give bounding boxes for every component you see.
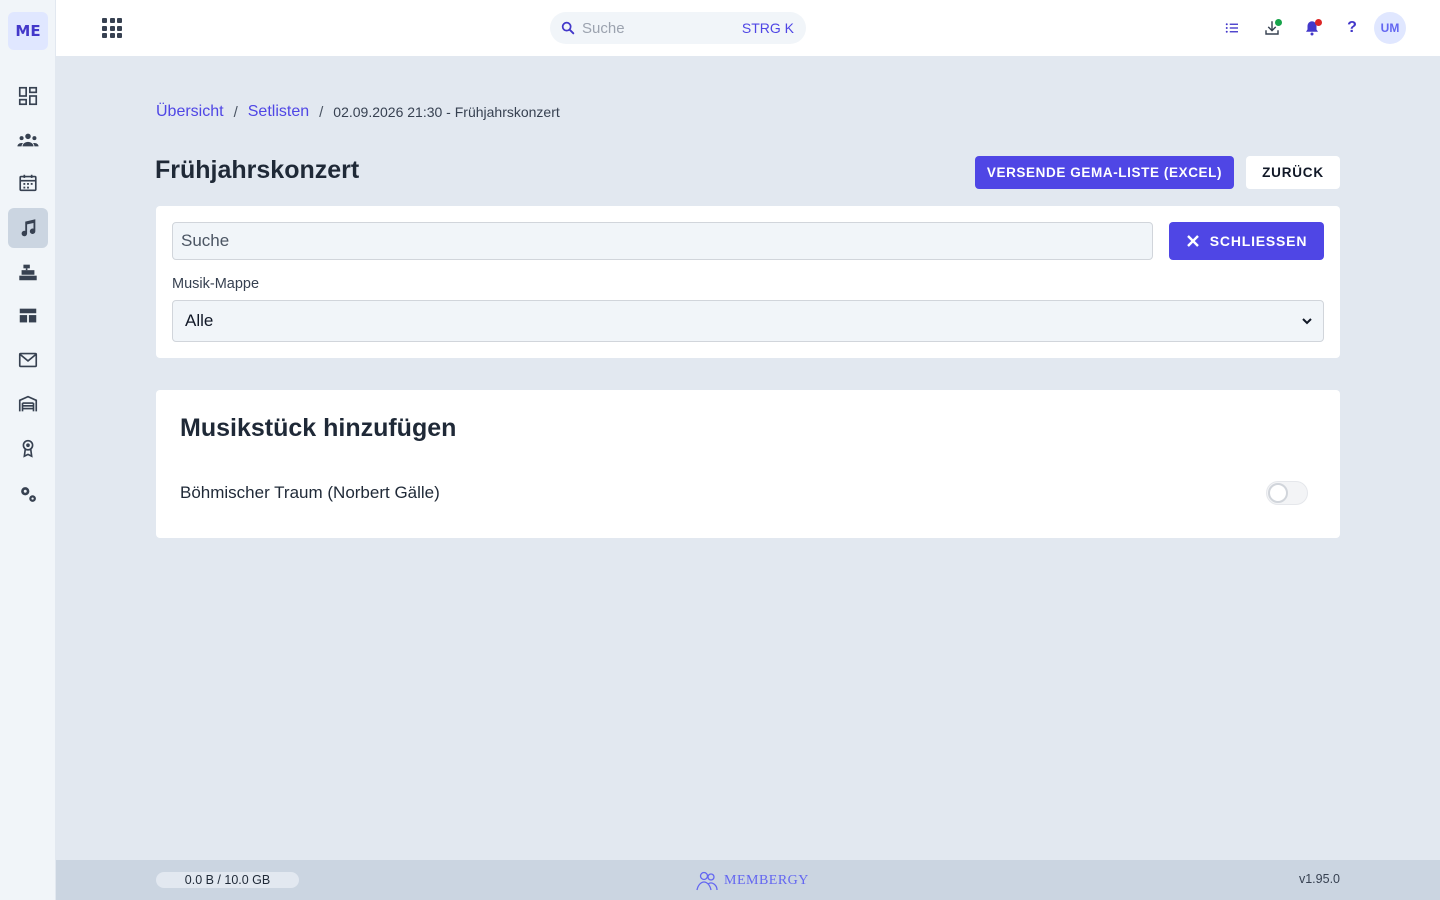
breadcrumb-separator: /: [319, 103, 324, 121]
help-icon: ?: [1347, 19, 1357, 36]
close-button-label: SCHLIESSEN: [1209, 233, 1308, 249]
sidebar-item-award[interactable]: [8, 428, 48, 468]
breadcrumb-separator: /: [233, 103, 238, 121]
add-piece-card: Musikstück hinzufügen Böhmischer Traum (…: [156, 390, 1340, 538]
sidebar-item-mail[interactable]: [8, 340, 48, 380]
notifications-button[interactable]: [1298, 14, 1326, 42]
search-shortcut: STRG K: [741, 20, 794, 36]
sidebar-item-music[interactable]: [8, 208, 48, 248]
search-input[interactable]: [172, 222, 1153, 260]
task-list-button[interactable]: [1218, 14, 1246, 42]
members-icon: [17, 133, 39, 147]
app-version: v1.95.0: [1298, 872, 1340, 886]
sidebar: ME: [0, 0, 56, 900]
table-icon: [19, 308, 37, 323]
piece-toggle[interactable]: [1266, 481, 1308, 505]
folder-select-value: Alle: [185, 311, 214, 330]
sidebar-item-table[interactable]: [8, 296, 48, 336]
storage-usage: 0.0 B / 10.0 GB: [156, 872, 299, 888]
close-icon: [1186, 235, 1199, 247]
topbar: Suche STRG K ? UM: [56, 0, 1440, 56]
sidebar-item-warehouse[interactable]: [8, 384, 48, 424]
list-icon: [1225, 23, 1238, 33]
music-icon: [21, 219, 36, 237]
brand-logo[interactable]: MEMBERGY: [694, 870, 809, 892]
user-avatar[interactable]: UM: [1374, 12, 1406, 44]
toggle-knob: [1268, 483, 1288, 503]
footer: 0.0 B / 10.0 GB MEMBERGY v1.95.0: [56, 860, 1440, 900]
breadcrumb-current: 02.09.2026 21:30 - Frühjahrskonzert: [333, 104, 560, 120]
sidebar-item-settings[interactable]: [8, 474, 48, 514]
downloads-button[interactable]: [1258, 14, 1286, 42]
sidebar-item-calendar[interactable]: [8, 163, 48, 203]
send-gema-list-button[interactable]: VERSENDE GEMA-LISTE (EXCEL): [975, 156, 1234, 189]
chevron-down-icon: [1302, 318, 1312, 325]
folder-select[interactable]: Alle: [172, 300, 1324, 342]
dashboard-icon: [18, 86, 38, 106]
breadcrumb-overview[interactable]: Übersicht: [156, 103, 224, 121]
sidebar-item-cash-register[interactable]: [8, 252, 48, 292]
award-icon: [22, 439, 34, 458]
sidebar-item-dashboard[interactable]: [8, 76, 48, 116]
brand-name: MEMBERGY: [724, 873, 809, 888]
cash-register-icon: [19, 264, 37, 281]
back-button[interactable]: ZURÜCK: [1246, 156, 1340, 189]
download-status-dot: [1275, 19, 1282, 26]
settings-icon: [21, 487, 36, 502]
search-placeholder: Suche: [582, 19, 625, 37]
org-logo[interactable]: ME: [8, 12, 48, 50]
breadcrumb: Übersicht / Setlisten / 02.09.2026 21:30…: [156, 103, 560, 121]
breadcrumb-setlists[interactable]: Setlisten: [248, 103, 309, 121]
search-icon: [561, 21, 575, 35]
warehouse-icon: [18, 395, 38, 412]
sidebar-item-members[interactable]: [8, 120, 48, 160]
help-button[interactable]: ?: [1338, 14, 1366, 42]
notification-dot: [1315, 19, 1322, 26]
app-grid-icon[interactable]: [100, 16, 124, 40]
global-search[interactable]: Suche STRG K: [550, 12, 806, 44]
mail-icon: [18, 352, 38, 368]
filter-card: SCHLIESSEN Musik-Mappe Alle: [156, 206, 1340, 358]
calendar-icon: [19, 174, 37, 192]
page-title: Frühjahrskonzert: [155, 156, 360, 184]
close-button[interactable]: SCHLIESSEN: [1169, 222, 1324, 260]
add-piece-title: Musikstück hinzufügen: [180, 414, 457, 442]
piece-label: Böhmischer Traum (Norbert Gälle): [180, 483, 440, 502]
folder-label: Musik-Mappe: [172, 276, 260, 292]
membergy-logo-icon: [696, 871, 718, 891]
